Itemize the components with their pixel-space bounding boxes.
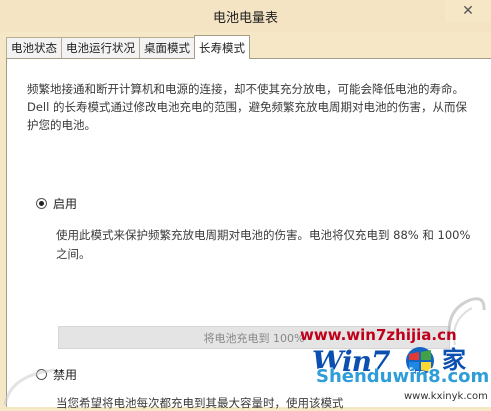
close-button[interactable]: ✕ (445, 0, 491, 22)
tab-longevity-mode[interactable]: 长寿模式 (194, 35, 250, 59)
close-icon: ✕ (462, 3, 474, 19)
tab-battery-status[interactable]: 电池状态 (6, 37, 62, 58)
enable-label[interactable]: 启用 (53, 195, 77, 212)
enable-option[interactable]: 启用 (36, 195, 77, 212)
charge-slider-label: 将电池充电到 100% (203, 331, 305, 345)
watermark-site: www.kxinyk.com (404, 391, 488, 402)
enable-description: 使用此模式来保护频繁充放电周期对电池的伤害。电池将仅充电到 88% 和 100%… (56, 228, 471, 261)
watermark-url: www.win7zhijia.cn (300, 326, 457, 344)
tab-desktop-mode[interactable]: 桌面模式 (139, 37, 195, 58)
title-bar: 电池电量表 (0, 0, 491, 32)
tab-label: 电池状态 (11, 41, 57, 55)
enable-radio[interactable] (36, 198, 47, 209)
watermark-corner-swirl-icon (3, 368, 56, 406)
tab-label: 桌面模式 (144, 41, 190, 55)
tab-bar: 电池状态 电池运行状况 桌面模式 长寿模式 (6, 35, 250, 59)
mode-description: 频繁地接通和断开计算机和电源的连接，却不使其充分放电，可能会降低电池的寿命。De… (27, 82, 467, 132)
tab-label: 电池运行状况 (66, 41, 135, 55)
tab-label: 长寿模式 (199, 40, 245, 55)
window-title: 电池电量表 (212, 10, 278, 26)
watermark-brand: Shenduwin8.com (316, 366, 490, 387)
tab-battery-health[interactable]: 电池运行状况 (61, 37, 140, 58)
